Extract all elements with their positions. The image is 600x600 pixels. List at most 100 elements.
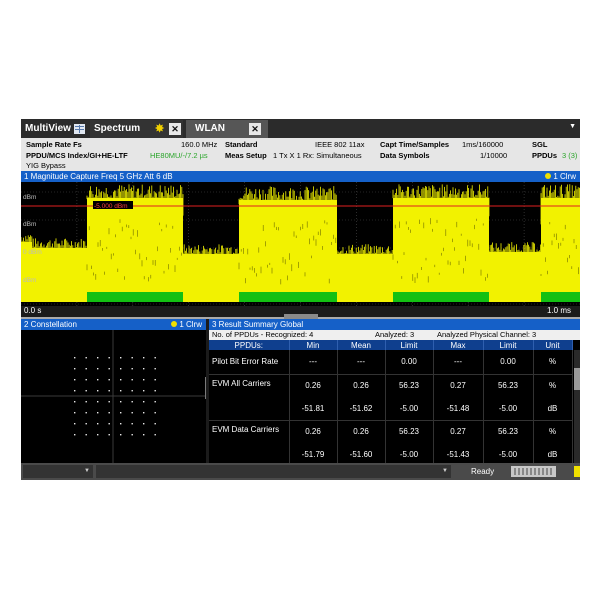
yig-bypass-label: YIG Bypass (26, 161, 66, 170)
cell-max: 0.27 (433, 374, 484, 397)
cell-min: -51.81 (289, 397, 338, 421)
cell-max: -51.48 (433, 397, 484, 421)
magnitude-window-title: 1 Magnitude Capture Freq 5 GHz Att 6 dB (24, 172, 173, 181)
table-header-row: PPDUs: Min Mean Limit Max Limit Unit (209, 340, 573, 350)
tab-multiview-label: MultiView (25, 123, 71, 134)
sample-rate-value: 160.0 MHz (181, 140, 218, 149)
tab-bar: MultiView Spectrum ✸ ✕ WLAN ✕ ▼ (21, 119, 580, 138)
constellation-scroll-handle[interactable] (205, 377, 206, 399)
row-label: EVM All Carriers (209, 374, 290, 421)
tab-spectrum-label: Spectrum (94, 123, 141, 134)
data-symbols-label: Data Symbols (380, 151, 430, 160)
constellation-diagram[interactable] (21, 330, 206, 463)
grid-icon (74, 124, 85, 134)
cell-max: 0.27 (433, 420, 484, 443)
ppdu-counts-bar: No. of PPDUs - Recognized: 4 Analyzed: 3… (209, 330, 580, 340)
cell-limit: 56.23 (385, 420, 434, 443)
recognized-count: No. of PPDUs - Recognized: 4 (212, 330, 314, 339)
column-header-unit: Unit (533, 340, 573, 350)
y-axis-label-3: 0 dBm (23, 249, 42, 256)
sweep-mode: SGL (532, 140, 548, 149)
column-header-mean: Mean (337, 340, 386, 350)
data-symbols-value: 1/10000 (480, 151, 508, 160)
cell-limit: 56.23 (385, 374, 434, 397)
trace-indicator-icon (171, 321, 178, 327)
summary-scrollbar-thumb[interactable] (574, 368, 580, 390)
wlan-analyzer-window: MultiView Spectrum ✸ ✕ WLAN ✕ ▼ Sample R… (21, 119, 580, 480)
magnitude-capture-plot[interactable]: -5.000 dBm dBm dBm 0 dBm dBm (21, 182, 580, 306)
result-summary-header[interactable]: 3 Result Summary Global (209, 319, 580, 330)
progress-indicator (511, 466, 556, 477)
x-axis-end-label: 1.0 ms (547, 306, 572, 315)
cell-unit: % (533, 374, 573, 397)
cell-limit: -5.00 (385, 397, 434, 421)
result-summary-table: PPDUs: Min Mean Limit Max Limit Unit Pil… (209, 340, 573, 466)
x-axis-start-label: 0.0 s (24, 306, 42, 315)
result-summary-title: 3 Result Summary Global (212, 320, 304, 329)
standard-label: Standard (225, 140, 258, 149)
ppdu-mcs-value: HE80MU/-/7.2 µs (150, 151, 208, 160)
capt-time-value: 1ms/160000 (462, 140, 504, 149)
cell-limit: 56.23 (483, 420, 534, 443)
magnitude-window-header[interactable]: 1 Magnitude Capture Freq 5 GHz Att 6 dB … (21, 171, 580, 182)
analyzed-physical-channel: Analyzed Physical Channel: 3 (437, 330, 537, 339)
cell-max: --- (433, 350, 484, 375)
constellation-window-title: 2 Constellation (24, 320, 77, 329)
column-header-min: Min (289, 340, 338, 350)
magnitude-trace-label: 1 Clrw (553, 172, 576, 181)
constellation-trace-label: 1 Clrw (179, 320, 202, 329)
cell-limit: -5.00 (483, 397, 534, 421)
status-dropdown-2[interactable]: ▼ (96, 465, 451, 478)
capt-time-label: Capt Time/Samples (380, 140, 450, 149)
star-icon: ✸ (155, 123, 165, 135)
y-axis-label-1: dBm (23, 194, 36, 201)
cell-limit: 56.23 (483, 374, 534, 397)
ppdu-mcs-label: PPDU/MCS Index/GI+HE-LTF (26, 151, 128, 160)
tab-wlan[interactable]: WLAN ✕ (186, 120, 268, 138)
table-row: EVM Data Carriers 0.26 0.26 56.23 0.27 5… (209, 420, 573, 466)
meas-setup-label: Meas Setup (225, 151, 267, 160)
column-header-limit: Limit (385, 340, 434, 350)
chevron-down-icon[interactable]: ▼ (569, 123, 576, 130)
ppdus-value: 3 (3) (562, 151, 578, 160)
table-row: EVM All Carriers 0.26 0.26 56.23 0.27 56… (209, 374, 573, 421)
status-bar: ▼ ▼ Ready (21, 463, 580, 480)
row-label: EVM Data Carriers (209, 420, 290, 466)
column-header-max: Max (433, 340, 484, 350)
cell-unit: % (533, 420, 573, 443)
meas-setup-value: 1 Tx X 1 Rx: Simultaneous (273, 151, 362, 160)
constellation-window-header[interactable]: 2 Constellation 1 Clrw (21, 319, 206, 330)
chevron-down-icon: ▼ (442, 468, 448, 474)
tab-spectrum[interactable]: Spectrum ✸ ✕ (90, 120, 183, 138)
status-ready-label: Ready (471, 467, 495, 476)
sample-rate-label: Sample Rate Fs (26, 140, 82, 149)
close-wlan-tab-icon[interactable]: ✕ (249, 123, 261, 135)
cell-limit: 0.00 (385, 350, 434, 375)
cell-mean: --- (337, 350, 386, 375)
column-header-ppdus: PPDUs: (209, 340, 290, 350)
y-axis-label-4: dBm (23, 277, 36, 284)
standard-value: IEEE 802 11ax (315, 140, 365, 149)
ppdus-label: PPDUs (532, 151, 558, 160)
chevron-down-icon: ▼ (84, 468, 90, 474)
cell-min: 0.26 (289, 420, 338, 443)
cell-unit: dB (533, 397, 573, 421)
status-led-icon (574, 466, 580, 477)
row-label: Pilot Bit Error Rate (209, 350, 290, 375)
status-dropdown-1[interactable]: ▼ (23, 465, 93, 478)
analyzed-count: Analyzed: 3 (375, 330, 415, 339)
result-summary-window: 3 Result Summary Global No. of PPDUs - R… (209, 319, 580, 466)
cell-mean: -51.62 (337, 397, 386, 421)
cell-mean: 0.26 (337, 420, 386, 443)
y-axis-label-2: dBm (23, 221, 36, 228)
column-header-limit-2: Limit (483, 340, 534, 350)
cell-limit: 0.00 (483, 350, 534, 375)
trace-indicator-icon (545, 173, 552, 179)
tab-multiview[interactable]: MultiView (21, 120, 89, 138)
reference-level-label: -5.000 dBm (94, 203, 128, 210)
cell-min: 0.26 (289, 374, 338, 397)
table-row: Pilot Bit Error Rate --- --- 0.00 --- 0.… (209, 350, 573, 375)
close-spectrum-tab-icon[interactable]: ✕ (169, 123, 181, 135)
cell-min: --- (289, 350, 338, 375)
summary-scrollbar[interactable] (574, 350, 580, 463)
